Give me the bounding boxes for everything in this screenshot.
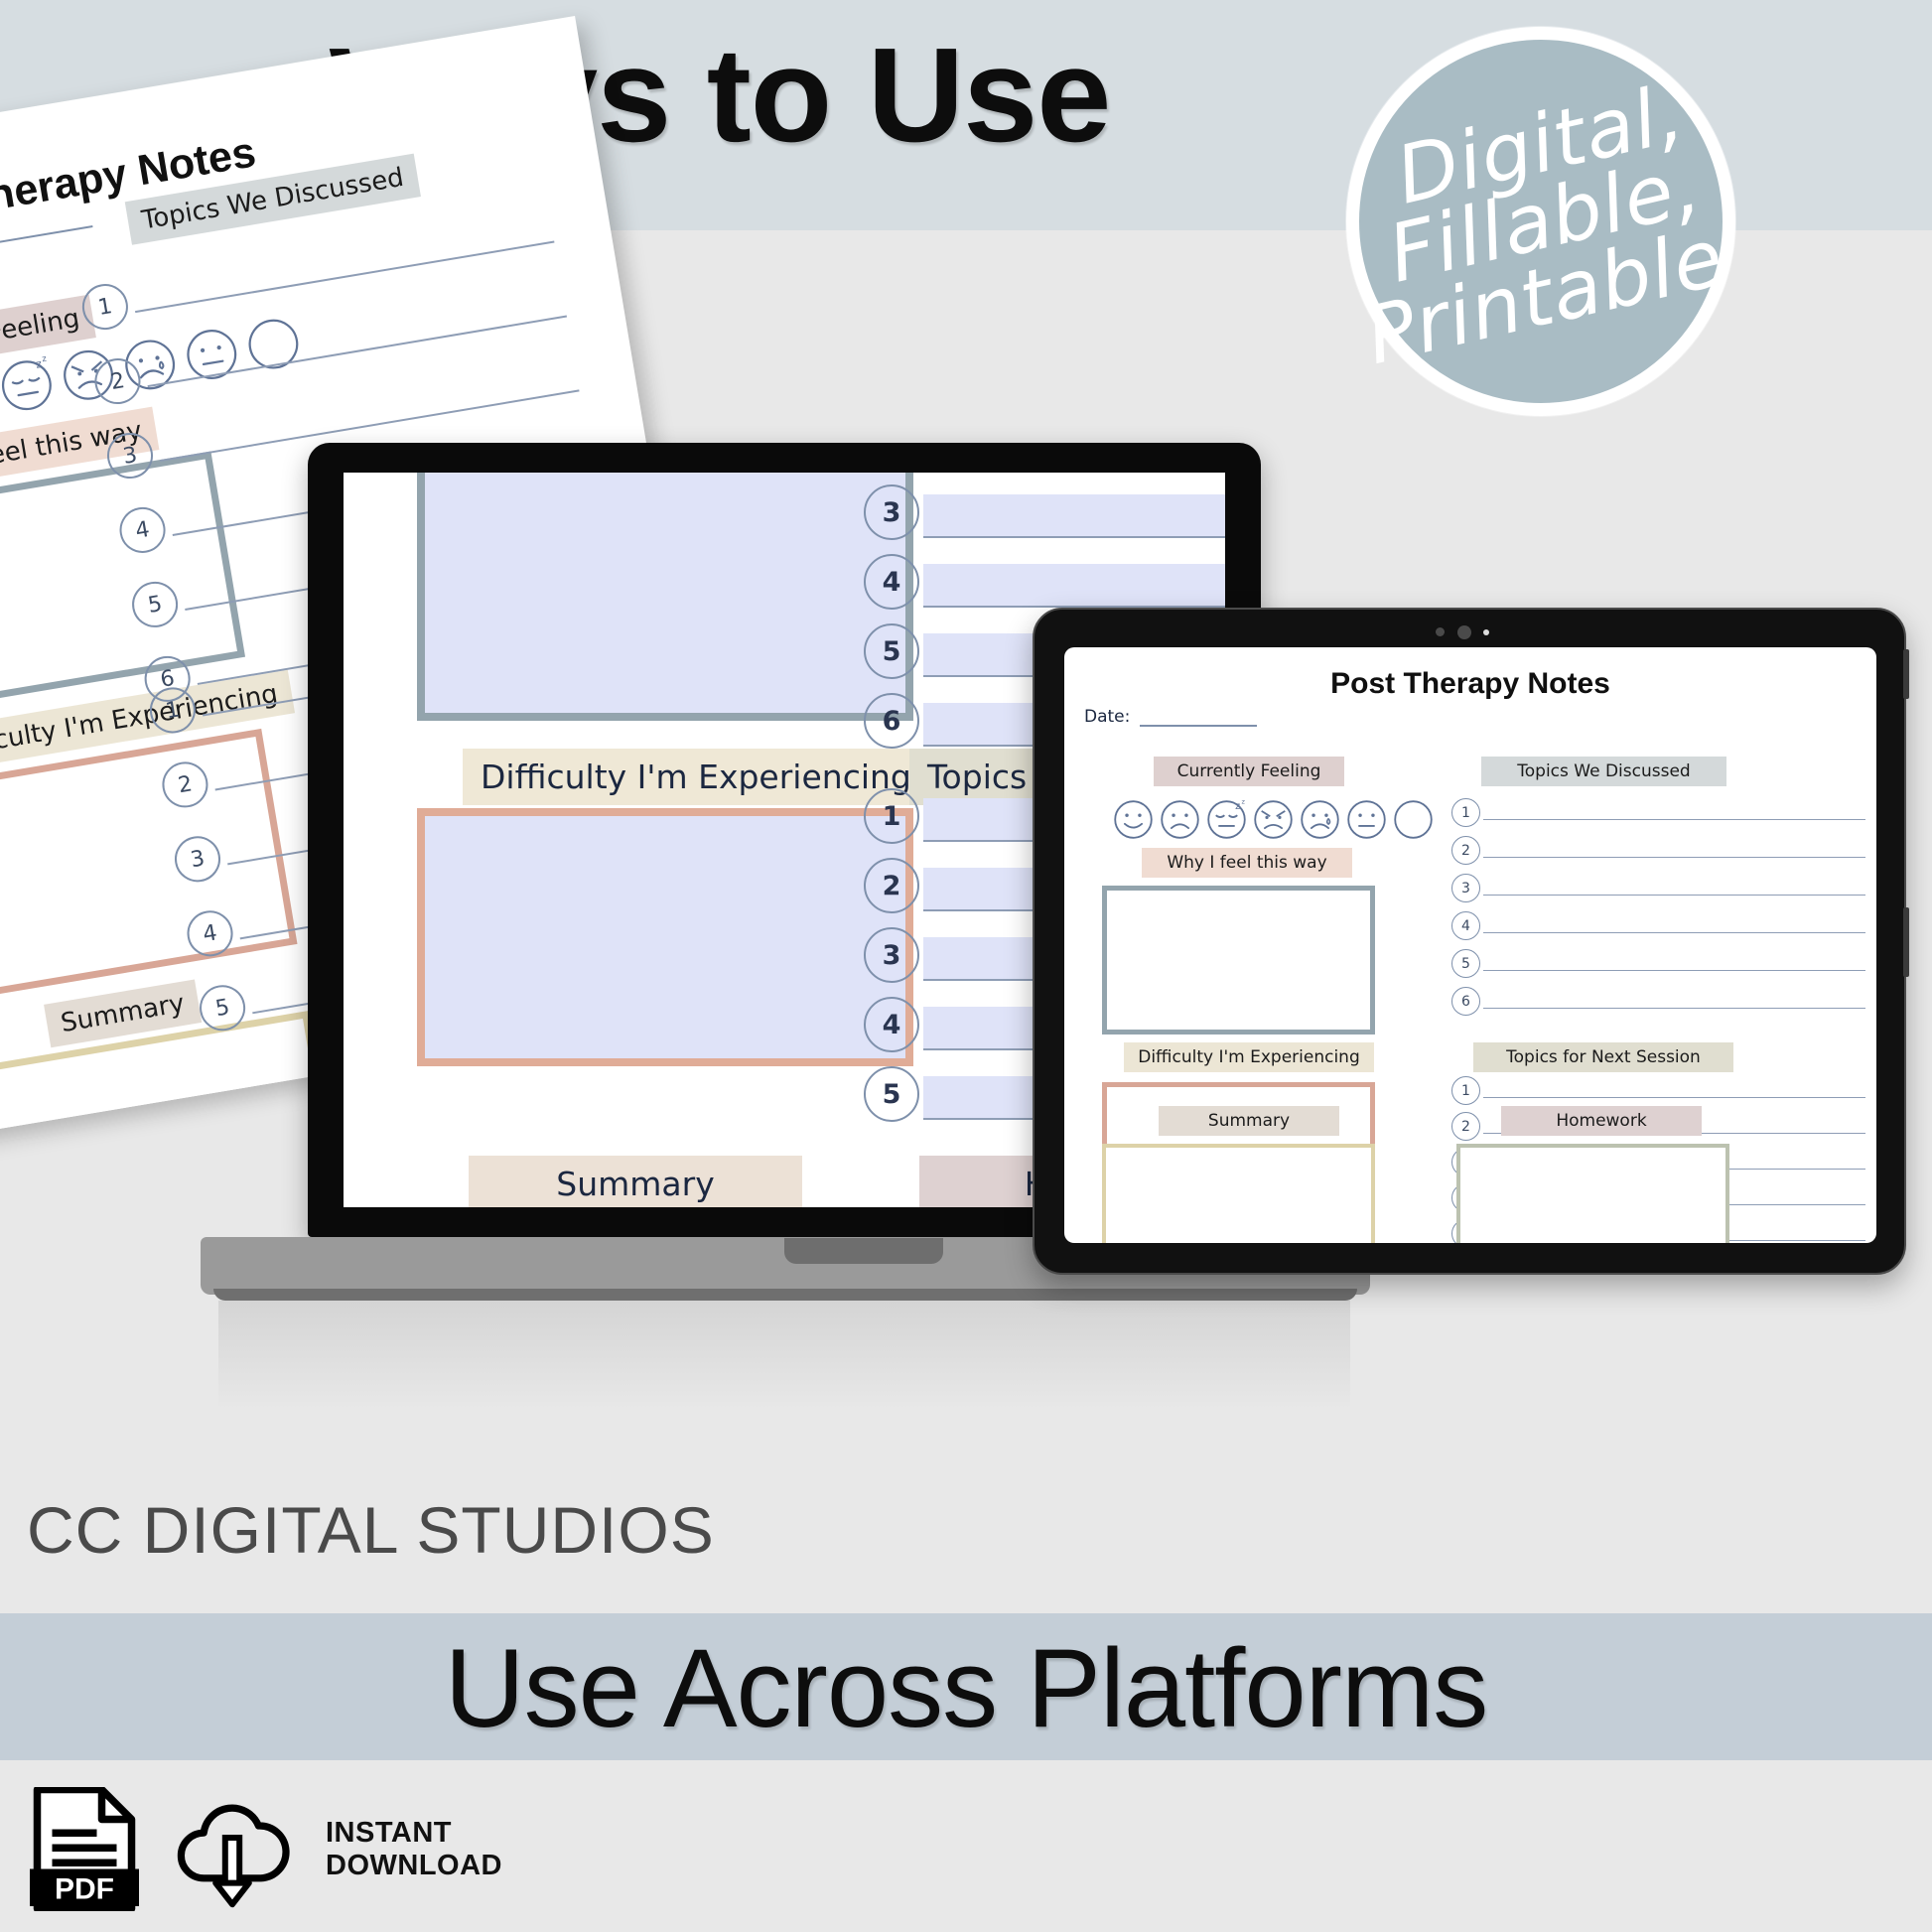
tablet-volume-button[interactable] — [1903, 907, 1909, 977]
laptop-topics-row-4[interactable]: 4 — [864, 554, 1225, 610]
neutral-face-icon[interactable] — [1345, 798, 1388, 841]
list-number: 4 — [184, 906, 237, 960]
write-line[interactable] — [1483, 931, 1865, 933]
pdf-file-icon: PDF — [30, 1787, 139, 1911]
list-number: 5 — [196, 981, 249, 1035]
list-number: 4 — [864, 554, 919, 610]
list-number: 1 — [864, 788, 919, 844]
topics-discussed-row-1[interactable]: 1 — [1451, 798, 1868, 827]
blank-face-icon[interactable] — [1392, 798, 1435, 841]
list-number: 4 — [864, 997, 919, 1052]
chip-topics-next: Topics for Next Session — [1473, 1042, 1733, 1072]
list-number: 2 — [1451, 1112, 1480, 1141]
list-number: 3 — [171, 832, 224, 886]
pdf-label: PDF — [55, 1873, 114, 1906]
chip-currently-feeling: Currently Feeling — [1154, 757, 1344, 786]
list-number: 5 — [1451, 949, 1480, 978]
angry-face-icon[interactable] — [1252, 798, 1295, 841]
laptop-field-why-i-feel[interactable] — [417, 473, 913, 721]
list-number: 6 — [864, 693, 919, 749]
topics-discussed-row-5[interactable]: 5 — [1451, 949, 1868, 978]
brand-name: CC DIGITAL STUDIOS — [27, 1493, 715, 1567]
list-number: 5 — [128, 578, 182, 631]
list-number: 2 — [90, 354, 144, 408]
subheadline: Use Across Platforms — [444, 1626, 1489, 1750]
topics-discussed-row-6[interactable]: 6 — [1451, 987, 1868, 1016]
field-summary[interactable] — [1102, 1144, 1375, 1243]
happy-face-icon[interactable] — [1112, 798, 1155, 841]
write-line[interactable] — [923, 564, 1225, 608]
chip-summary: Summary — [1159, 1106, 1339, 1136]
write-line[interactable] — [1483, 1096, 1865, 1098]
tablet-sensor-small — [1436, 627, 1445, 636]
instant-download-text: INSTANT DOWNLOAD — [326, 1817, 502, 1881]
list-number: 3 — [1451, 874, 1480, 902]
list-number: 5 — [864, 1066, 919, 1122]
form-title: Post Therapy Notes — [1330, 667, 1610, 700]
list-number: 1 — [146, 683, 200, 737]
footer-icon-group: PDF INSTANT DOWNLOAD — [30, 1787, 502, 1911]
field-homework[interactable] — [1456, 1144, 1729, 1243]
list-number: 2 — [158, 758, 211, 811]
list-number: 5 — [864, 623, 919, 679]
mood-face-row[interactable]: zz — [1112, 798, 1435, 841]
cloud-download-icon — [177, 1804, 290, 1907]
write-line[interactable] — [1483, 894, 1865, 896]
svg-text:z: z — [41, 353, 48, 363]
tablet-device: Post Therapy Notes Date: Currently Feeli… — [1033, 608, 1909, 1275]
sleepy-face-icon[interactable]: zz — [1205, 798, 1248, 841]
chip-why-i-feel: Why I feel this way — [1142, 848, 1352, 878]
list-number: 3 — [103, 429, 157, 483]
topics-discussed-row-2[interactable]: 2 — [1451, 836, 1868, 865]
laptop-topics-row-3[interactable]: 3 — [864, 484, 1225, 540]
chip-homework: Homework — [1501, 1106, 1702, 1136]
topics-next-row-1[interactable]: 1 — [1451, 1076, 1868, 1105]
laptop-trackpad-notch — [784, 1238, 943, 1264]
status-badge: Digital, Fillable, Printable — [1346, 27, 1735, 416]
chip-difficulty: Difficulty I'm Experiencing — [1124, 1042, 1374, 1072]
topics-discussed-row-4[interactable]: 4 — [1451, 911, 1868, 940]
field-why-i-feel[interactable] — [1102, 886, 1375, 1035]
list-number: 2 — [1451, 836, 1480, 865]
tablet-screen[interactable]: Post Therapy Notes Date: Currently Feeli… — [1064, 647, 1876, 1243]
svg-text:z: z — [1242, 798, 1246, 805]
tablet-sensor-dot — [1483, 629, 1489, 635]
list-number: 1 — [78, 280, 132, 334]
tablet-body: Post Therapy Notes Date: Currently Feeli… — [1033, 608, 1909, 1275]
write-line[interactable] — [1483, 818, 1865, 820]
laptop-chip-summary: Summary — [469, 1156, 802, 1207]
laptop-field-difficulty[interactable] — [417, 808, 913, 1066]
tablet-camera-icon — [1457, 625, 1471, 639]
write-line[interactable] — [923, 494, 1225, 538]
crying-face-icon[interactable] — [1299, 798, 1341, 841]
list-number: 1 — [1451, 1076, 1480, 1105]
sleepy-face-icon: zz — [1, 353, 52, 411]
write-line[interactable] — [1483, 1007, 1865, 1009]
write-line[interactable] — [1483, 856, 1865, 858]
laptop-chip-difficulty: Difficulty I'm Experiencing — [463, 749, 929, 805]
date-input[interactable] — [1140, 725, 1257, 727]
list-number: 6 — [1451, 987, 1480, 1016]
sad-face-icon[interactable] — [1159, 798, 1201, 841]
instant-line-2: DOWNLOAD — [326, 1849, 502, 1881]
write-line[interactable] — [1483, 969, 1865, 971]
laptop-reflection — [218, 1301, 1350, 1410]
tablet-side-button[interactable] — [1903, 649, 1909, 699]
list-number: 3 — [864, 927, 919, 983]
list-number: 1 — [1451, 798, 1480, 827]
list-number: 4 — [116, 503, 170, 557]
date-label: Date: — [1084, 707, 1131, 727]
list-number: 4 — [1451, 911, 1480, 940]
badge-text-group: Digital, Fillable, Printable — [1337, 67, 1743, 382]
instant-line-1: INSTANT — [326, 1817, 453, 1850]
laptop-base-edge — [213, 1289, 1357, 1301]
list-number: 3 — [864, 484, 919, 540]
svg-text:z: z — [1235, 801, 1240, 812]
paper-date-line — [0, 225, 93, 265]
chip-topics-discussed: Topics We Discussed — [1481, 757, 1726, 786]
list-number: 2 — [864, 858, 919, 913]
topics-discussed-row-3[interactable]: 3 — [1451, 874, 1868, 902]
